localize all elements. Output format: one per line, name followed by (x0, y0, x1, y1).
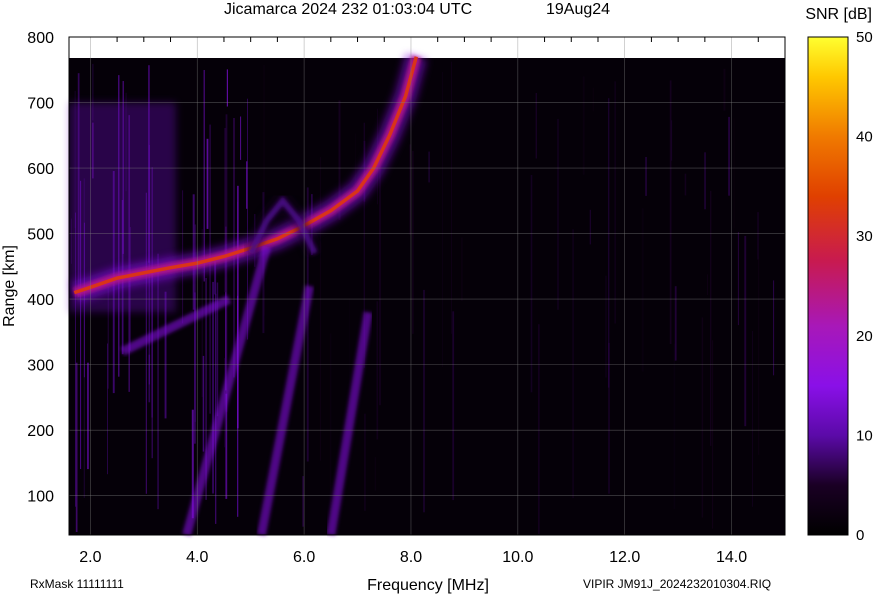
noise-streak (442, 72, 443, 367)
y-tick-label: 700 (27, 96, 54, 113)
y-tick-label: 500 (27, 227, 54, 244)
noise-streak (240, 116, 242, 160)
noise-streak (319, 157, 321, 461)
x-tick-label: 4.0 (186, 549, 208, 566)
y-axis-label: Range [km] (1, 245, 18, 327)
noise-streak (710, 190, 712, 446)
noise-streak (712, 340, 714, 529)
noise-streak (641, 208, 644, 372)
y-tick-label: 600 (27, 161, 54, 178)
x-axis-label: Frequency [MHz] (367, 577, 489, 594)
y-tick-label: 800 (27, 30, 54, 47)
chart-date: 19Aug24 (546, 1, 610, 18)
plot-area (69, 58, 785, 535)
noise-streak (237, 185, 239, 429)
noise-streak (757, 212, 759, 260)
noise-streak (302, 476, 304, 527)
noise-streak (773, 280, 775, 376)
noise-streak (206, 138, 209, 229)
noise-streak (733, 118, 736, 229)
noise-streak (428, 151, 430, 183)
noise-streak (723, 68, 726, 111)
y-tick-label: 100 (27, 489, 54, 506)
colorbar-tick-label: 30 (856, 228, 873, 245)
noise-streak (192, 194, 195, 310)
noise-streak (645, 157, 647, 196)
noise-streak (412, 150, 414, 334)
noise-streak (701, 317, 704, 518)
noise-streak (148, 354, 151, 403)
noise-streak (752, 331, 753, 507)
noise-streak (226, 69, 228, 107)
noise-streak (674, 286, 677, 361)
noise-streak (737, 232, 739, 326)
noise-streak (582, 76, 585, 175)
x-tick-label: 10.0 (502, 549, 533, 566)
noise-streak (376, 301, 379, 440)
noise-streak (423, 289, 425, 513)
colorbar-ticks: 0 10 20 30 40 50 (856, 29, 873, 544)
y-tick-label: 400 (27, 292, 54, 309)
noise-streak (329, 333, 332, 513)
y-tick-label: 200 (27, 423, 54, 440)
noise-streak (728, 116, 730, 196)
chart-title: Jicamarca 2024 232 01:03:04 UTC (224, 1, 472, 18)
noise-streak (557, 118, 559, 310)
colorbar-tick-label: 50 (856, 29, 873, 46)
noise-streak (538, 324, 540, 534)
noise-streak (608, 98, 610, 388)
y-axis-ticks: 100 200 300 400 500 600 700 800 (27, 30, 54, 506)
noise-streak (364, 413, 366, 511)
noise-streak (704, 152, 706, 210)
noise-streak (592, 87, 595, 112)
x-tick-label: 2.0 (79, 549, 101, 566)
colorbar-tick-label: 40 (856, 129, 873, 146)
noise-streak (75, 362, 78, 532)
x-tick-label: 8.0 (400, 549, 422, 566)
colorbar (807, 36, 849, 536)
noise-streak (669, 80, 672, 345)
noise-streak (684, 173, 687, 196)
noise-streak (379, 161, 381, 406)
noise-streak (461, 237, 463, 301)
x-tick-label: 14.0 (716, 549, 747, 566)
colorbar-label: SNR [dB] (805, 6, 872, 23)
noise-streak (452, 311, 455, 501)
noise-streak (673, 343, 676, 509)
noise-streak (614, 81, 616, 324)
noise-streak (203, 70, 205, 282)
noise-streak (605, 275, 607, 378)
noise-streak (744, 235, 747, 427)
footer-filename: VIPIR JM91J_2024232010304.RIQ (583, 577, 771, 591)
x-tick-label: 6.0 (293, 549, 315, 566)
noise-streak (757, 256, 760, 455)
colorbar-tick-label: 20 (856, 328, 873, 345)
noise-streak (707, 274, 708, 295)
x-tick-label: 12.0 (609, 549, 640, 566)
noise-streak (530, 175, 533, 393)
noise-streak (212, 281, 214, 494)
ionogram-chart: 2.0 4.0 6.0 8.0 10.0 12.0 14.0 100200300400500… (1, 1, 873, 594)
colorbar-tick-label: 0 (856, 527, 864, 544)
noise-streak (572, 229, 574, 499)
noise-streak (87, 362, 89, 470)
noise-streak (107, 343, 108, 475)
y-tick-label: 300 (27, 358, 54, 375)
noise-streak (589, 209, 591, 245)
colorbar-tick-label: 10 (856, 427, 873, 444)
footer-rxmask: RxMask 11111111 (30, 577, 124, 591)
noise-streak (215, 293, 217, 524)
noise-streak (202, 355, 205, 452)
noise-streak (374, 457, 376, 491)
noise-streak (246, 161, 248, 209)
